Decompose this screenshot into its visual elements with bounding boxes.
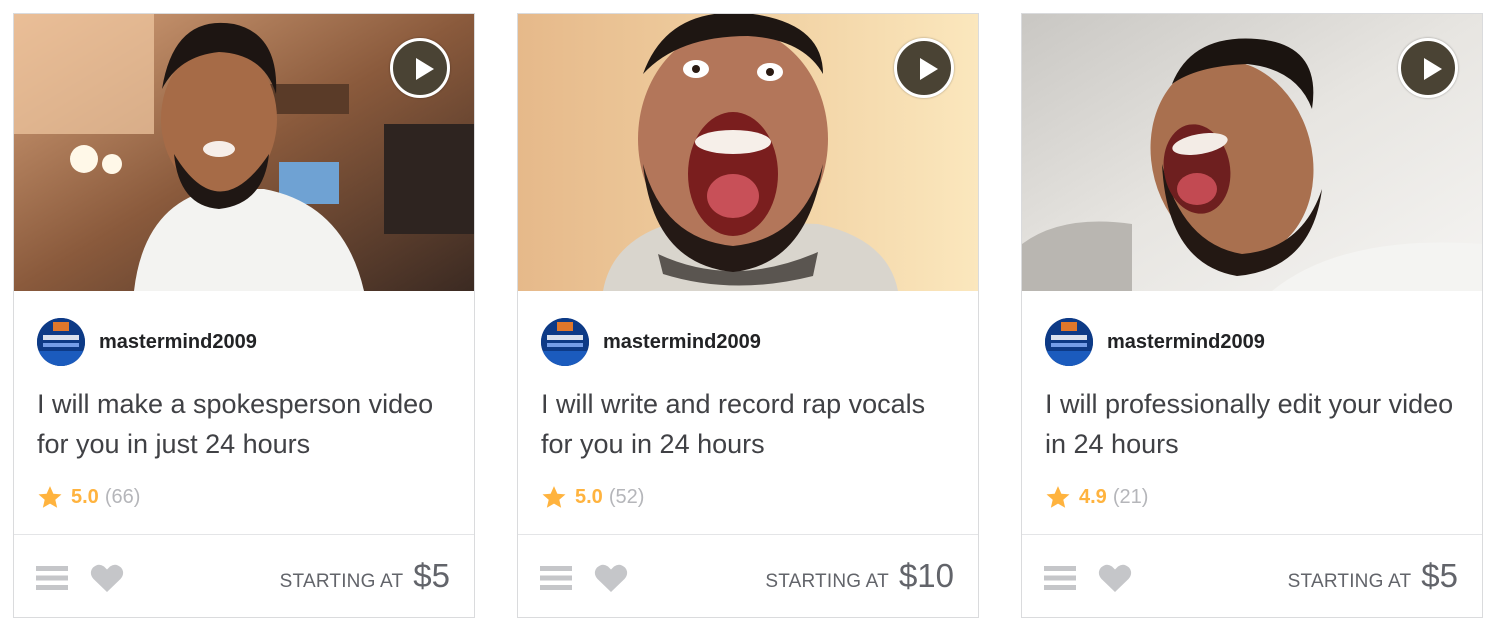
starting-at-label: STARTING AT bbox=[765, 571, 889, 592]
gig-price[interactable]: STARTING AT $10 bbox=[765, 557, 954, 595]
gig-card-footer: STARTING AT $5 bbox=[1022, 534, 1482, 617]
rating-score: 5.0 bbox=[71, 485, 99, 508]
gig-title[interactable]: I will make a spokesperson video for you… bbox=[37, 384, 457, 464]
play-icon[interactable] bbox=[894, 38, 954, 98]
starting-at-label: STARTING AT bbox=[1287, 571, 1412, 592]
seller-info: mastermind2009 bbox=[541, 318, 761, 366]
seller-name[interactable]: mastermind2009 bbox=[1107, 331, 1265, 354]
gig-price[interactable]: STARTING AT $5 bbox=[280, 557, 450, 595]
gig-video-thumbnail[interactable] bbox=[14, 14, 474, 291]
heart-icon[interactable] bbox=[594, 563, 628, 593]
gig-price[interactable]: STARTING AT $5 bbox=[1288, 557, 1458, 595]
gig-video-thumbnail[interactable] bbox=[518, 14, 978, 291]
gig-video-thumbnail[interactable] bbox=[1022, 14, 1482, 291]
rating-score: 4.9 bbox=[1079, 485, 1107, 508]
seller-avatar[interactable] bbox=[541, 318, 589, 366]
gig-rating: 5.0 (52) bbox=[541, 482, 644, 512]
price-value: $5 bbox=[413, 557, 450, 594]
star-icon bbox=[38, 485, 62, 508]
review-count: (52) bbox=[608, 485, 645, 508]
seller-name[interactable]: mastermind2009 bbox=[603, 331, 761, 354]
seller-info: mastermind2009 bbox=[37, 318, 257, 366]
list-menu-icon[interactable] bbox=[36, 565, 68, 591]
seller-avatar[interactable] bbox=[1045, 318, 1093, 366]
price-value: $5 bbox=[1421, 557, 1458, 594]
gig-card[interactable]: mastermind2009 I will write and record r… bbox=[517, 13, 979, 618]
seller-name[interactable]: mastermind2009 bbox=[99, 331, 257, 354]
play-icon[interactable] bbox=[390, 38, 450, 98]
play-icon[interactable] bbox=[1398, 38, 1458, 98]
list-menu-icon[interactable] bbox=[1044, 565, 1076, 591]
gig-card[interactable]: mastermind2009 I will make a spokesperso… bbox=[13, 13, 475, 618]
starting-at-label: STARTING AT bbox=[279, 571, 404, 592]
seller-avatar[interactable] bbox=[37, 318, 85, 366]
gig-title[interactable]: I will professionally edit your video in… bbox=[1045, 384, 1465, 464]
star-icon bbox=[542, 485, 566, 508]
rating-score: 5.0 bbox=[575, 485, 603, 508]
gig-rating: 5.0 (66) bbox=[37, 482, 140, 512]
star-icon bbox=[1046, 485, 1070, 508]
gig-card-footer: STARTING AT $5 bbox=[14, 534, 474, 617]
review-count: (21) bbox=[1112, 485, 1149, 508]
list-menu-icon[interactable] bbox=[540, 565, 572, 591]
gig-title[interactable]: I will write and record rap vocals for y… bbox=[541, 384, 961, 464]
seller-info: mastermind2009 bbox=[1045, 318, 1265, 366]
gig-rating: 4.9 (21) bbox=[1045, 482, 1148, 512]
gig-card[interactable]: mastermind2009 I will professionally edi… bbox=[1021, 13, 1483, 618]
review-count: (66) bbox=[104, 485, 141, 508]
heart-icon[interactable] bbox=[90, 563, 124, 593]
heart-icon[interactable] bbox=[1098, 563, 1132, 593]
gig-card-footer: STARTING AT $10 bbox=[518, 534, 978, 617]
price-value: $10 bbox=[898, 557, 954, 594]
